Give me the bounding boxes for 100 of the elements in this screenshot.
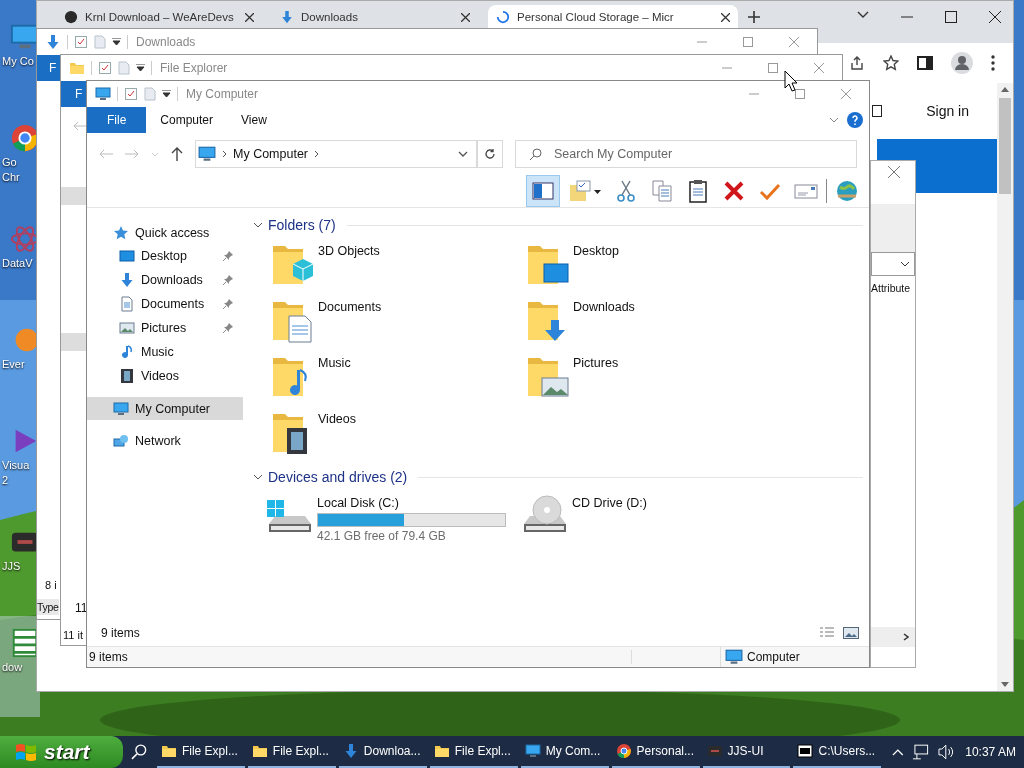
search-icon[interactable] [131, 744, 147, 760]
nav-item[interactable]: Music [87, 340, 243, 364]
music-note-icon [119, 344, 135, 360]
folder-item[interactable]: Videos [271, 410, 526, 466]
preview-pane-button[interactable] [526, 175, 560, 207]
pin-icon[interactable] [223, 323, 233, 333]
caret-icon[interactable] [112, 38, 121, 46]
desktop-shortcut[interactable]: DataV [0, 212, 40, 313]
close-icon[interactable] [721, 12, 730, 22]
window-title: My Computer [186, 87, 259, 101]
scrollbar[interactable] [871, 627, 915, 647]
pin-icon[interactable] [223, 275, 233, 285]
chevron-right-icon [314, 150, 320, 158]
chevron-down-icon [900, 261, 910, 267]
new-tab-icon[interactable] [748, 11, 760, 23]
close-icon[interactable] [461, 12, 470, 22]
avatar-icon[interactable] [951, 52, 973, 74]
caret-icon[interactable] [162, 90, 171, 98]
taskbar-button[interactable]: File Expl... [156, 736, 245, 768]
taskbar-button[interactable]: File Expl... [429, 736, 518, 768]
maximize-icon[interactable] [945, 11, 957, 23]
nav-item[interactable]: Videos [87, 364, 243, 388]
collapse-icon[interactable] [253, 220, 263, 230]
nav-item[interactable]: My Computer [87, 397, 243, 420]
chevron-up-icon[interactable] [892, 748, 905, 756]
scroll-down-icon[interactable] [1001, 682, 1009, 687]
browser-tab[interactable]: Downloads [272, 5, 478, 29]
chevron-down-icon[interactable] [458, 151, 468, 157]
close-icon [789, 37, 799, 47]
nav-item[interactable]: Network [87, 429, 243, 452]
folder-item[interactable]: 3D Objects [271, 242, 526, 298]
nav-item[interactable]: Desktop [87, 244, 243, 268]
square-icon [872, 105, 883, 117]
sign-in-link[interactable]: Sign in [926, 103, 969, 119]
nav-item[interactable]: Quick access [87, 221, 243, 244]
volume-icon[interactable] [937, 744, 956, 760]
search-field[interactable]: Search My Computer [515, 140, 857, 168]
column-header[interactable]: Type [37, 599, 59, 615]
taskbar-button[interactable]: C:\Users... [793, 736, 882, 768]
folder-item[interactable]: Downloads [526, 298, 781, 354]
close-icon[interactable] [989, 11, 1001, 23]
monitor-icon [119, 248, 135, 264]
help-icon[interactable] [847, 112, 863, 128]
status-text: 11 it [63, 629, 83, 641]
up-arrow-icon[interactable] [171, 147, 183, 161]
folder-item[interactable]: Desktop [526, 242, 781, 298]
film-icon [119, 368, 135, 384]
nav-item[interactable]: Pictures [87, 316, 243, 340]
side-panel-icon[interactable] [917, 55, 933, 71]
chevron-right-icon[interactable] [903, 633, 909, 641]
desktop-shortcut[interactable]: My Co [0, 10, 40, 111]
caret-icon[interactable] [136, 64, 145, 72]
close-icon[interactable] [245, 12, 254, 22]
scroll-thumb[interactable] [999, 98, 1011, 194]
star-icon[interactable] [883, 55, 899, 71]
close-icon [841, 89, 851, 99]
item-count: 9 items [101, 626, 140, 640]
folder-item[interactable]: Documents [271, 298, 526, 354]
taskbar-button[interactable]: My Com... [520, 736, 609, 768]
scrollbar[interactable] [997, 83, 1013, 691]
nav-item[interactable]: Documents [87, 292, 243, 316]
pin-icon[interactable] [223, 251, 233, 261]
taskbar-button[interactable]: Personal... [611, 736, 700, 768]
folder-item[interactable]: Pictures [526, 354, 781, 410]
address-bar[interactable]: My Computer [195, 140, 477, 168]
taskbar-button[interactable]: Downloa... [338, 736, 427, 768]
computer-icon [198, 145, 216, 163]
share-icon[interactable] [849, 55, 865, 71]
dropdown[interactable] [871, 252, 915, 276]
properties-icon[interactable] [124, 87, 138, 101]
ribbon-tab[interactable]: F [37, 55, 60, 81]
location-text: Computer [747, 650, 800, 664]
desktop-shortcut[interactable]: Go Chr [0, 111, 40, 212]
taskbar-button[interactable]: File Expl... [247, 736, 336, 768]
pin-icon[interactable] [223, 299, 233, 309]
taskbar-button[interactable]: JJS-UI [702, 736, 791, 768]
menu-icon[interactable] [991, 55, 995, 71]
back-arrow-icon[interactable] [73, 121, 87, 131]
loading-spinner-icon [496, 10, 510, 24]
collapse-icon[interactable] [253, 472, 263, 482]
app-icon [706, 743, 723, 759]
ribbon-tab[interactable]: View [227, 107, 281, 133]
refresh-button[interactable] [477, 140, 503, 168]
properties-icon[interactable] [74, 35, 88, 49]
nav-item[interactable]: Downloads [87, 268, 243, 292]
clock[interactable]: 10:37 AM [965, 745, 1016, 759]
browser-tab[interactable]: Personal Cloud Storage – Micr [488, 5, 738, 29]
tiles-view-icon[interactable] [843, 627, 859, 639]
chevron-down-icon[interactable] [857, 11, 869, 19]
ribbon-tab[interactable]: Computer [146, 107, 228, 133]
ribbon-tab[interactable]: File [87, 107, 147, 133]
ribbon-tab[interactable]: F [61, 81, 86, 107]
column-header[interactable]: Attribute [871, 282, 915, 294]
browser-tab[interactable]: Krnl Download – WeAreDevs [56, 5, 262, 29]
scroll-up-icon[interactable] [1001, 87, 1009, 92]
network-icon[interactable] [912, 744, 930, 760]
folder-item[interactable]: Music [271, 354, 526, 410]
properties-icon[interactable] [98, 61, 112, 75]
start-button[interactable]: start [0, 736, 124, 768]
clipboard-icon [686, 179, 710, 203]
